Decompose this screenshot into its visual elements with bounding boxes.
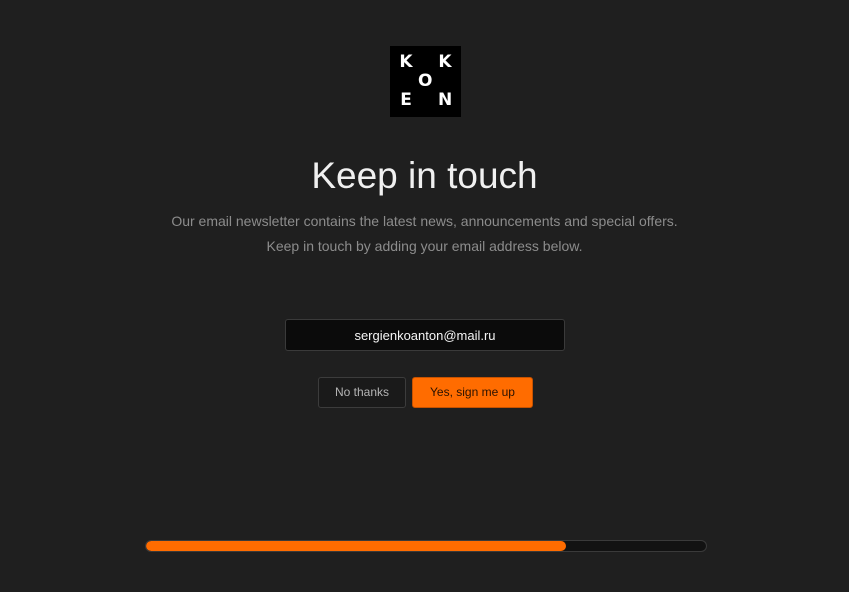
no-thanks-button[interactable]: No thanks	[318, 377, 406, 408]
logo-letter: K	[438, 52, 452, 72]
sign-up-button[interactable]: Yes, sign me up	[412, 377, 533, 408]
logo-letter: K	[399, 52, 413, 72]
progress-bar	[145, 540, 707, 552]
description-line-2: Keep in touch by adding your email addre…	[266, 238, 583, 254]
newsletter-page: K K O E N Keep in touch Our email newsle…	[0, 0, 849, 592]
logo-letter: N	[438, 90, 453, 110]
logo-letter: E	[400, 90, 412, 110]
description-line-1: Our email newsletter contains the latest…	[171, 213, 678, 229]
progress-bar-fill	[146, 541, 566, 551]
email-input[interactable]	[285, 319, 565, 351]
logo-letter: O	[418, 71, 433, 91]
brand-logo: K K O E N	[390, 46, 461, 117]
page-title: Keep in touch	[311, 155, 538, 196]
